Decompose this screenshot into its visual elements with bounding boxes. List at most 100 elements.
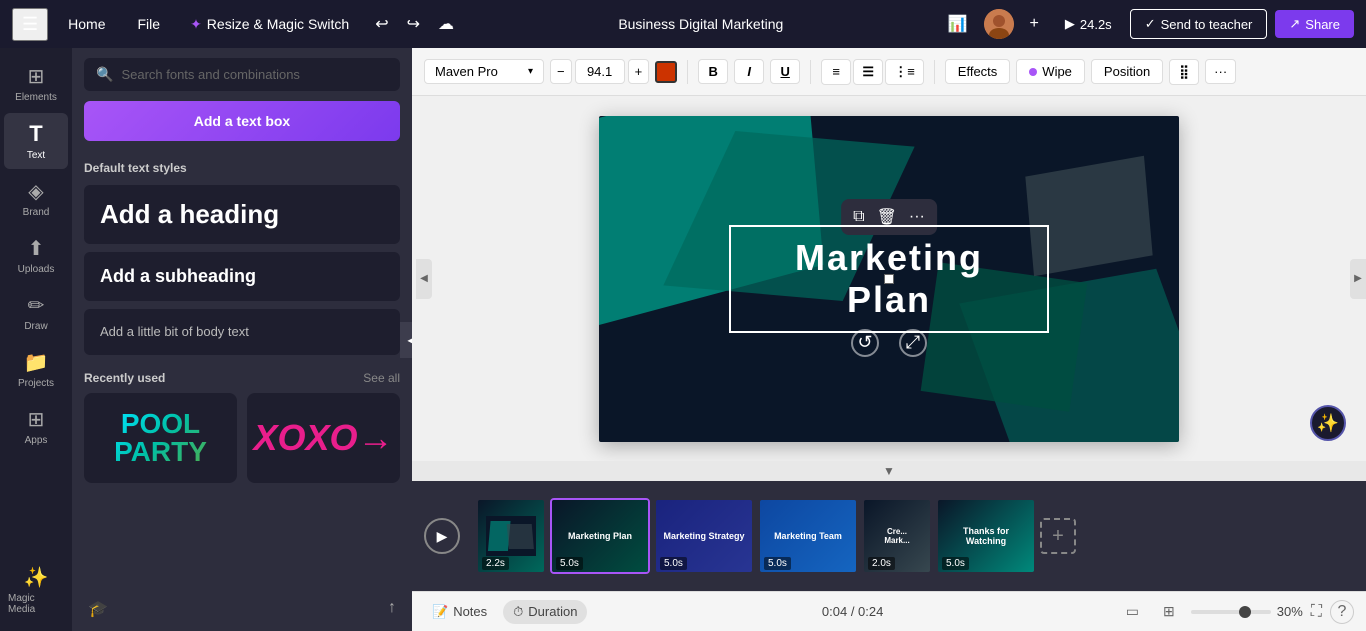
body-style-item[interactable]: Add a little bit of body text: [84, 309, 400, 355]
bottom-bar: 📝 Notes ⏱ Duration 0:04 / 0:24 ▭ ⊞ 30% ⛶: [412, 591, 1366, 631]
font-size-input[interactable]: [575, 59, 625, 84]
text-color-box[interactable]: [655, 61, 677, 83]
underline-button[interactable]: U: [770, 59, 800, 84]
timeline: ▶ 2.2s Marketing Plan 5: [412, 481, 1366, 591]
add-textbox-button[interactable]: Add a text box: [84, 101, 400, 141]
sidebar-item-label: Projects: [18, 378, 54, 389]
sidebar-item-projects[interactable]: 📁 Projects: [4, 342, 68, 397]
bold-button[interactable]: B: [698, 59, 728, 84]
font-thumb-pool-party[interactable]: POOLPARTY: [84, 393, 237, 483]
brand-icon: ◈: [28, 179, 43, 204]
view-normal-button[interactable]: ▭: [1118, 599, 1147, 624]
sidebar-item-brand[interactable]: ◈ Brand: [4, 171, 68, 226]
resize-magic-button[interactable]: ✦ Resize & Magic Switch: [180, 10, 359, 39]
cloud-save-button[interactable]: ☁: [430, 10, 462, 38]
redo-button[interactable]: ↪: [399, 10, 428, 38]
resize-handle-center[interactable]: ⤢: [899, 329, 927, 357]
panel-collapse-right-button[interactable]: ▶: [1350, 259, 1366, 299]
slide-canvas[interactable]: ⧉ 🗑 ··· Marketing Plan ↺: [599, 116, 1179, 442]
align-center-button[interactable]: ☰: [853, 59, 883, 85]
duration-icon: ⏱: [513, 604, 523, 620]
checkmark-icon: ✓: [1145, 16, 1156, 32]
font-size-area: − +: [550, 59, 649, 84]
editor-area: Maven Pro ▾ − + B I U ≡ ☰ ⋮≡ Effects: [412, 48, 1366, 631]
magic-assistant-button[interactable]: ✨: [1310, 405, 1346, 441]
slide-thumb-3[interactable]: Marketing Strategy 5.0s: [654, 498, 754, 574]
effects-button[interactable]: Effects: [945, 59, 1011, 84]
sidebar-item-text[interactable]: T Text: [4, 113, 68, 169]
font-search-area: 🔍: [72, 48, 412, 101]
rotate-handle-left[interactable]: ↺: [851, 329, 879, 357]
grid-view-button[interactable]: ⣿: [1169, 59, 1199, 85]
align-left-button[interactable]: ≡: [821, 59, 851, 85]
text-icon: T: [29, 121, 42, 147]
file-button[interactable]: File: [126, 10, 173, 38]
delete-element-button[interactable]: 🗑: [877, 207, 897, 227]
subheading-preview: Add a subheading: [100, 266, 256, 286]
font-family-selector[interactable]: Maven Pro ▾: [424, 59, 544, 84]
timer-button[interactable]: ▶ 24.2s: [1055, 12, 1122, 36]
share-button[interactable]: ↗ Share: [1275, 10, 1354, 38]
more-actions-button[interactable]: ···: [909, 208, 925, 226]
send-to-teacher-button[interactable]: ✓ Send to teacher: [1130, 9, 1268, 39]
copy-style-button[interactable]: ⧉: [853, 208, 864, 226]
slide-thumb-6[interactable]: Thanks forWatching 5.0s: [936, 498, 1036, 574]
magic-media-icon: ✨: [24, 565, 49, 590]
panel-bottom-left-icon[interactable]: 🎓: [88, 599, 108, 619]
slide-thumb-4[interactable]: Marketing Team 5.0s: [758, 498, 858, 574]
italic-button[interactable]: I: [734, 59, 764, 84]
page-nav-button[interactable]: ▼: [875, 462, 903, 480]
font-thumb-xoxo[interactable]: XOXO→: [247, 393, 400, 483]
fullscreen-button[interactable]: ⛶: [1311, 603, 1322, 621]
slide-thumb-1[interactable]: 2.2s: [476, 498, 546, 574]
slide-thumb-5[interactable]: Cre...Mark... 2.0s: [862, 498, 932, 574]
plus-button[interactable]: +: [1022, 11, 1047, 37]
collapse-panel-button[interactable]: ◀: [400, 322, 412, 358]
see-all-button[interactable]: See all: [363, 371, 400, 385]
slide-duration-1: 2.2s: [482, 557, 509, 570]
undo-button[interactable]: ↩: [367, 10, 396, 38]
more-options-button[interactable]: ···: [1205, 59, 1236, 84]
slide-main-text[interactable]: Marketing Plan: [729, 225, 1049, 333]
canvas-area: ◀ ⧉ 🗑 ···: [412, 96, 1366, 461]
wipe-dot-icon: [1029, 68, 1037, 76]
recently-used-header: Recently used See all: [72, 359, 412, 393]
wipe-button[interactable]: Wipe: [1016, 59, 1085, 84]
avatar[interactable]: [984, 9, 1014, 39]
heading-preview: Add a heading: [100, 199, 279, 229]
notes-button[interactable]: 📝 Notes: [424, 600, 495, 624]
sidebar-item-apps[interactable]: ⊞ Apps: [4, 399, 68, 454]
sidebar-item-elements[interactable]: ⊞ Elements: [4, 56, 68, 111]
sidebar-item-draw[interactable]: ✏ Draw: [4, 285, 68, 340]
panel-bottom-right-icon[interactable]: ↑: [388, 599, 396, 619]
font-size-decrease-button[interactable]: −: [550, 59, 572, 84]
view-grid-button[interactable]: ⊞: [1155, 599, 1183, 624]
slide-duration-2: 5.0s: [556, 557, 583, 570]
analytics-button[interactable]: 📊: [940, 10, 976, 38]
main-area: ⊞ Elements T Text ◈ Brand ⬆ Uploads ✏ Dr…: [0, 48, 1366, 631]
chevron-down-icon: ▾: [528, 66, 533, 77]
time-display: 0:04 / 0:24: [595, 604, 1109, 619]
add-slide-button[interactable]: +: [1040, 518, 1076, 554]
zoom-level: 30%: [1277, 604, 1303, 619]
font-search-input[interactable]: [121, 67, 388, 82]
position-button[interactable]: Position: [1091, 59, 1163, 84]
panel-collapse-left-button[interactable]: ◀: [416, 259, 432, 299]
font-size-increase-button[interactable]: +: [628, 59, 650, 84]
slides-strip: 2.2s Marketing Plan 5.0s Marketing Strat…: [472, 481, 1366, 591]
zoom-slider[interactable]: [1191, 610, 1271, 614]
sidebar-item-magic-media[interactable]: ✨ Magic Media: [4, 557, 68, 623]
heading-style-item[interactable]: Add a heading: [84, 185, 400, 244]
align-options-button[interactable]: ⋮≡: [885, 59, 924, 85]
help-button[interactable]: ?: [1330, 600, 1354, 624]
menu-icon[interactable]: ☰: [12, 8, 48, 41]
search-box: 🔍: [84, 58, 400, 91]
home-button[interactable]: Home: [56, 10, 117, 38]
sidebar-item-label: Brand: [23, 207, 50, 218]
draw-icon: ✏: [28, 293, 45, 318]
subheading-style-item[interactable]: Add a subheading: [84, 252, 400, 301]
duration-button[interactable]: ⏱ Duration: [503, 600, 587, 624]
sidebar-item-uploads[interactable]: ⬆ Uploads: [4, 228, 68, 283]
timeline-play-button[interactable]: ▶: [424, 518, 460, 554]
slide-thumb-2[interactable]: Marketing Plan 5.0s: [550, 498, 650, 574]
